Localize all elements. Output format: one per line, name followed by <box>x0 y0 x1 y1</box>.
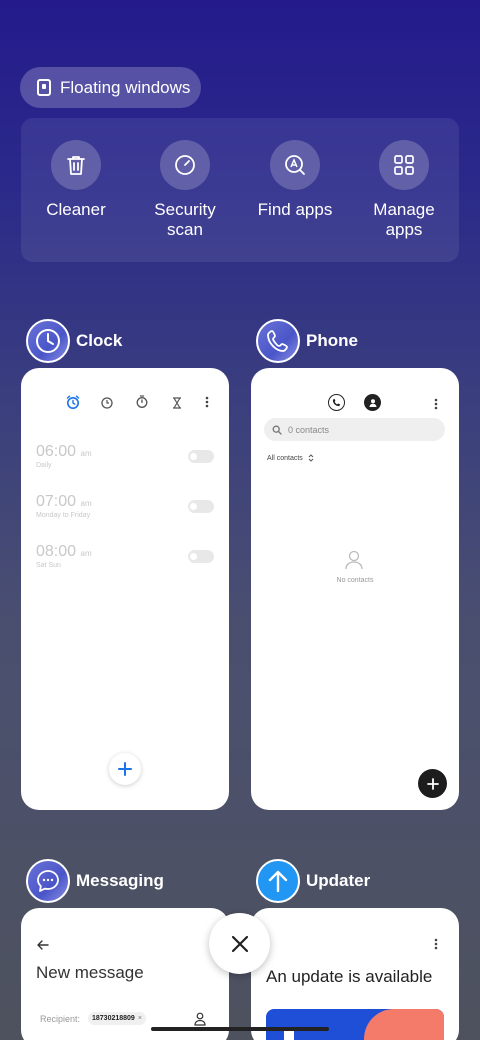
updater-app-icon <box>256 859 300 903</box>
update-banner-image <box>266 1009 444 1040</box>
clock-app-name: Clock <box>76 331 123 350</box>
alarm-repeat: Monday to Friday <box>36 512 91 519</box>
alarm-repeat: Sat Sun <box>36 562 61 569</box>
alarm-time: 06:00 <box>36 443 77 460</box>
back-arrow-icon[interactable] <box>37 937 49 955</box>
clock-tab-alarm-icon[interactable] <box>66 395 80 414</box>
chip-remove-icon[interactable]: × <box>138 1015 142 1022</box>
empty-contacts-icon <box>345 550 363 575</box>
phone-tab-dialer-icon[interactable] <box>328 394 345 411</box>
recipient-label: Recipient: <box>40 1014 81 1024</box>
phone-app-header[interactable]: Phone <box>256 319 358 363</box>
phone-app-name: Phone <box>306 331 358 350</box>
clock-app-icon <box>26 319 70 363</box>
contacts-search-placeholder: 0 contacts <box>288 424 330 435</box>
manage-apps-label: Manage apps <box>373 200 435 239</box>
plus-icon <box>426 777 439 790</box>
home-indicator[interactable] <box>151 1027 329 1031</box>
updater-app-name: Updater <box>306 871 371 890</box>
clock-tab-timer-icon[interactable] <box>172 396 182 414</box>
quick-actions-panel: Cleaner Security scan Find apps Manage a… <box>21 118 459 262</box>
trash-icon <box>51 140 101 190</box>
updater-app-card[interactable]: An update is available <box>251 908 459 1040</box>
cleaner-button[interactable]: Cleaner <box>26 140 126 220</box>
clock-tab-world-icon[interactable] <box>101 396 113 414</box>
find-apps-label: Find apps <box>257 200 333 219</box>
add-contact-button[interactable] <box>418 769 447 798</box>
alarm-ampm: am <box>80 549 92 558</box>
floating-windows-label: Floating windows <box>60 77 191 97</box>
contacts-search-bar[interactable]: 0 contacts <box>264 418 445 441</box>
alarm-toggle[interactable] <box>188 500 214 513</box>
clock-tab-stopwatch-icon[interactable] <box>136 395 148 413</box>
alarm-toggle[interactable] <box>188 550 214 563</box>
grid-icon <box>379 140 429 190</box>
plus-icon <box>118 762 132 776</box>
phone-more-icon[interactable] <box>434 397 438 415</box>
alarm-ampm: am <box>80 449 92 458</box>
recipient-chip-number: 18730218809 <box>92 1015 135 1022</box>
messaging-app-card[interactable]: New message Recipient: 18730218809 × <box>21 908 229 1040</box>
alarm-time: 07:00 <box>36 493 77 510</box>
cleaner-label: Cleaner <box>46 200 106 219</box>
security-scan-label: Security scan <box>154 200 216 239</box>
alarm-item[interactable]: 06:00 am Daily <box>36 443 92 469</box>
alarm-ampm: am <box>80 499 92 508</box>
empty-contacts-label: No contacts <box>336 577 374 584</box>
find-apps-button[interactable]: Find apps <box>245 140 345 220</box>
contacts-filter-dropdown[interactable]: All contacts <box>267 454 314 462</box>
phone-tab-contacts-icon[interactable] <box>364 394 381 411</box>
updater-more-icon[interactable] <box>434 937 438 955</box>
find-apps-icon <box>270 140 320 190</box>
floating-window-icon <box>37 79 51 96</box>
security-scan-button[interactable]: Security scan <box>135 140 235 240</box>
alarm-item[interactable]: 07:00 am Monday to Friday <box>36 493 92 519</box>
alarm-time: 08:00 <box>36 543 77 560</box>
alarm-item[interactable]: 08:00 am Sat Sun <box>36 543 92 569</box>
phone-app-card[interactable]: 0 contacts All contacts No contacts <box>251 368 459 810</box>
clock-app-header[interactable]: Clock <box>26 319 122 363</box>
alarm-repeat: Daily <box>36 462 52 469</box>
close-icon <box>231 935 248 952</box>
sort-icon <box>308 454 314 462</box>
phone-app-icon <box>256 319 300 363</box>
update-available-title: An update is available <box>266 967 433 986</box>
messaging-app-icon <box>26 859 70 903</box>
clock-app-card[interactable]: 06:00 am Daily 07:00 am Monday to Friday… <box>21 368 229 810</box>
new-message-title: New message <box>36 963 144 982</box>
recipient-chip[interactable]: 18730218809 × <box>88 1012 146 1025</box>
messaging-app-header[interactable]: Messaging <box>26 859 164 903</box>
close-all-button[interactable] <box>209 913 270 974</box>
floating-windows-button[interactable]: Floating windows <box>20 67 201 108</box>
add-alarm-button[interactable] <box>109 753 141 785</box>
manage-apps-button[interactable]: Manage apps <box>354 140 454 240</box>
contacts-filter-label: All contacts <box>267 454 303 462</box>
clock-more-icon[interactable] <box>205 396 209 408</box>
messaging-app-name: Messaging <box>76 871 164 890</box>
search-icon <box>272 425 282 435</box>
alarm-toggle[interactable] <box>188 450 214 463</box>
updater-app-header[interactable]: Updater <box>256 859 370 903</box>
security-scan-icon <box>160 140 210 190</box>
